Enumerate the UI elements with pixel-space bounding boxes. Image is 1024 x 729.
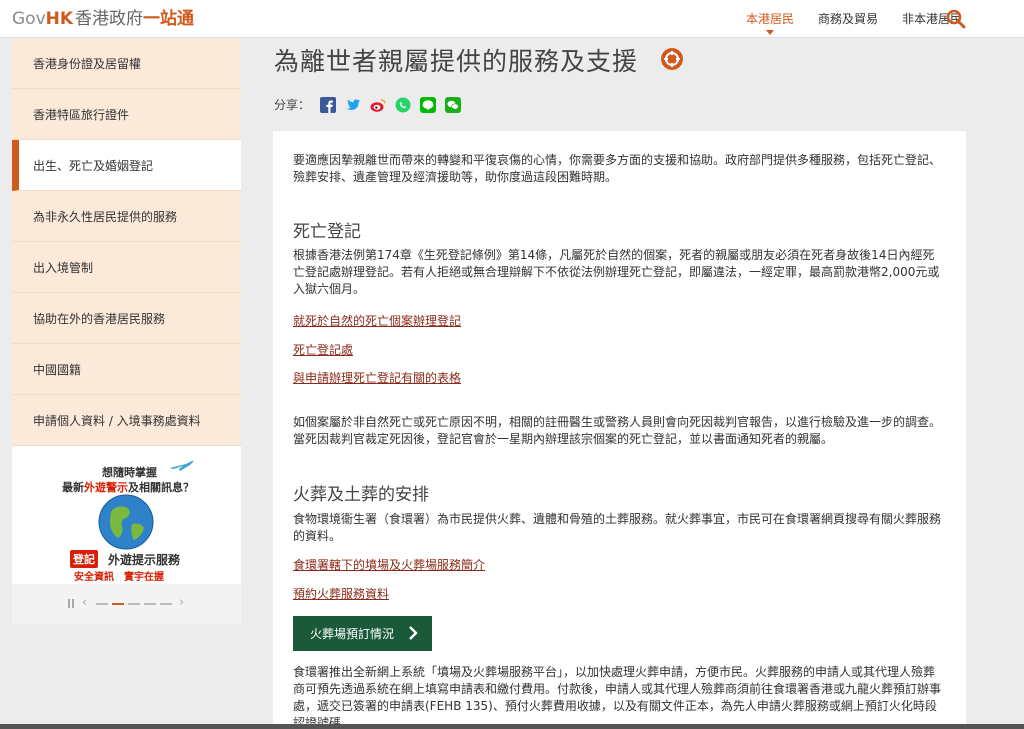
death-registration-paragraph: 根據香港法例第174章《生死登記條例》第14條，凡屬死於自然的個案，死者的親屬或… [293,248,940,296]
sidebar-item-label: 中國國籍 [33,362,82,377]
sidebar-item-personal-data[interactable]: 申請個人資料 / 入境事務處資料 [12,395,241,446]
outbound-travel-alert-banner[interactable]: 想隨時掌握 最新外遊警示及相關訊息？ 登記 外遊提示服務 安全資訊 實宇在握 ‹… [12,446,241,624]
link-book-cremation[interactable]: 預約火葬服務資料 [293,586,389,603]
sidebar-item-immigration-control[interactable]: 出入境管制 [12,242,241,293]
carousel-dot[interactable] [144,603,156,605]
twitter-icon[interactable] [345,97,361,113]
govhk-logo[interactable]: GovHK 香港政府一站通 [12,7,194,31]
sidebar-item-chinese-nationality[interactable]: 中國國籍 [12,344,241,395]
sidebar-item-label: 為非永久性居民提供的服務 [33,209,178,224]
link-register-natural-death[interactable]: 就死於自然的死亡個案辦理登記 [293,313,461,330]
chevron-right-icon [409,626,418,640]
section-heading-cremation-burial: 火葬及土葬的安排 [293,485,429,505]
register-badge: 登記 [70,550,98,568]
nav-business-label: 商務及貿易 [817,12,878,26]
pause-icon[interactable] [68,599,74,608]
airplane-icon [170,460,194,471]
logo-hk: HK [45,9,74,29]
link-death-registry[interactable]: 死亡登記處 [293,342,353,359]
nav-residents-label: 本港居民 [745,12,794,26]
chevron-right-icon[interactable]: › [179,595,184,610]
accessibility-icon[interactable] [660,47,684,71]
sidebar-item-label: 申請個人資料 / 入境事務處資料 [33,413,201,428]
sidebar-item-label: 出入境管制 [33,260,94,275]
carousel-dot-active[interactable] [112,603,124,605]
whatsapp-icon[interactable] [395,97,411,113]
online-platform-paragraph: 食環署推出全新網上系統「墳場及火葬場服務平台」，以加快處理火葬申請，方便市民。火… [293,665,942,729]
sidebar-item-label: 香港身份證及居留權 [33,56,142,71]
logo-cn2: 一站通 [143,9,195,29]
sidebar-item-registration[interactable]: 出生、死亡及婚姻登記 [12,140,241,191]
banner-tagline: 安全資訊 實宇在握 [74,572,164,583]
active-caret-icon [765,30,774,35]
crematorium-booking-status-label: 火葬場預訂情況 [310,627,395,641]
banner-line1: 想隨時掌握 [102,466,157,479]
search-icon[interactable] [946,9,966,29]
content-card: 要適應因摯親離世而帶來的轉變和平復哀傷的心情，你需要多方面的支援和協助。政府部門… [273,131,966,729]
carousel-dot[interactable] [160,603,172,605]
window-bottom-edge [0,724,1024,729]
cremation-paragraph: 食物環境衞生署（食環署）為市民提供火葬、遺體和骨殖的土葬服務。就火葬事宜，市民可… [293,512,942,543]
share-bar: 分享： [274,96,470,113]
sidebar-item-assistance-abroad[interactable]: 協助在外的香港居民服務 [12,293,241,344]
carousel-dot[interactable] [96,603,108,605]
facebook-icon[interactable] [320,96,337,113]
share-label: 分享： [274,98,311,112]
link-cemeteries-crematoria-info[interactable]: 食環署轄下的墳場及火葬場服務簡介 [293,557,485,574]
wechat-icon[interactable] [445,96,462,113]
page-title: 為離世者親屬提供的服務及支援 [274,47,639,76]
intro-paragraph: 要適應因摯親離世而帶來的轉變和平復哀傷的心情，你需要多方面的支援和協助。政府部門… [293,153,942,184]
crematorium-booking-status-button[interactable]: 火葬場預訂情況 [293,616,432,651]
sidebar-item-label: 香港特區旅行證件 [33,107,130,122]
top-nav: 本港居民 商務及貿易 非本港居民 [722,0,962,38]
carousel-dot[interactable] [128,603,140,605]
logo-cn1: 香港政府 [75,9,144,29]
carousel-indicators [96,603,176,605]
section-heading-death-registration: 死亡登記 [293,222,361,242]
banner-line2: 最新外遊警示及相關訊息？ [62,481,194,494]
logo-gov: Gov [12,9,46,29]
sidebar-item-label: 協助在外的香港居民服務 [33,311,166,326]
line-icon[interactable] [420,96,437,113]
nav-residents[interactable]: 本港居民 [746,0,794,38]
banner-service-name: 外遊提示服務 [108,553,181,567]
sidebar-item-travel-documents[interactable]: 香港特區旅行證件 [12,89,241,140]
sidebar-item-label: 出生、死亡及婚姻登記 [33,158,154,173]
sidebar-item-hkid[interactable]: 香港身份證及居留權 [12,38,241,89]
nav-business[interactable]: 商務及貿易 [818,0,878,38]
link-death-registration-forms[interactable]: 與申請辦理死亡登記有關的表格 [293,370,461,387]
chevron-left-icon[interactable]: ‹ [82,595,87,610]
banner-carousel-controls: ‹ › [12,584,241,624]
unnatural-death-paragraph: 如個案屬於非自然死亡或死亡原因不明，相關的註冊醫生或警務人員則會向死因裁判官報告… [293,415,942,446]
sidebar-item-non-permanent[interactable]: 為非永久性居民提供的服務 [12,191,241,242]
sidebar: 香港身份證及居留權 香港特區旅行證件 出生、死亡及婚姻登記 為非永久性居民提供的… [12,38,241,446]
weibo-icon[interactable] [370,97,386,113]
globe-icon [98,494,154,550]
top-bar: GovHK 香港政府一站通 本港居民 商務及貿易 非本港居民 [0,0,1024,38]
